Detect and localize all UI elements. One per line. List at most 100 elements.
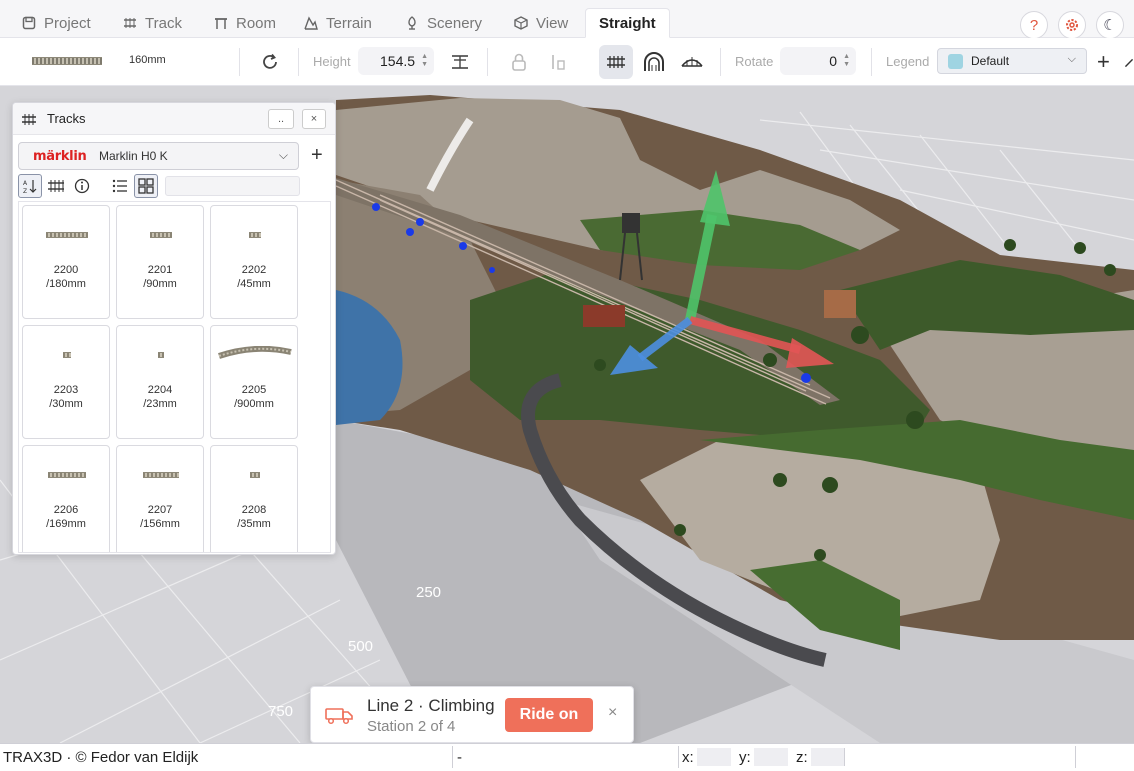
legend-select[interactable]: Default ⌵ <box>937 48 1087 74</box>
tunnel-icon <box>644 52 664 71</box>
spinner-arrows-icon[interactable]: ▲ ▼ <box>843 53 850 69</box>
tab-straight[interactable]: Straight <box>585 8 670 38</box>
pylon-button[interactable] <box>443 45 477 79</box>
legend-value: Default <box>971 54 1010 68</box>
ride-title: Line 2 · Climbing <box>367 696 495 715</box>
coord-z: z: <box>796 746 1076 768</box>
track-piece-icon <box>143 472 179 478</box>
settings-button[interactable] <box>1058 11 1086 39</box>
panel-title: Tracks <box>47 111 86 126</box>
grid-icon <box>138 178 154 194</box>
tree-icon <box>408 16 416 30</box>
track-tile[interactable]: 2208 /35mm <box>210 445 298 552</box>
legend-label: Legend <box>886 54 930 69</box>
tab-label: Project <box>44 14 91 32</box>
track-tile[interactable]: 2207 /156mm <box>116 445 204 552</box>
tab-room[interactable]: Room <box>202 8 288 38</box>
bridge-button[interactable] <box>675 45 709 79</box>
cube-icon <box>514 16 528 30</box>
tab-scenery[interactable]: Scenery <box>393 8 494 38</box>
track-piece-icon <box>48 472 86 478</box>
rotate-label: Rotate <box>735 54 774 69</box>
edit-button[interactable] <box>1124 56 1134 70</box>
credit-text: TRAX3D · © Fedor van Eldijk <box>3 746 453 768</box>
bridge-icon <box>681 57 703 67</box>
track-preview <box>32 57 102 65</box>
track-piece-icon <box>150 232 172 238</box>
track-tile[interactable]: 2203 /30mm <box>22 325 110 439</box>
info-button[interactable] <box>70 174 94 198</box>
spinner-arrows-icon[interactable]: ▲ ▼ <box>421 53 428 69</box>
moon-icon: ☾ <box>1103 17 1117 34</box>
save-icon <box>22 16 36 30</box>
tab-label: Straight <box>599 14 656 32</box>
tab-terrain[interactable]: Terrain <box>292 8 384 38</box>
coord-z-label: z: <box>796 748 808 766</box>
panel-more-button[interactable]: .. <box>268 109 294 129</box>
track-tile[interactable]: 2206 /169mm <box>22 445 110 552</box>
track-mode-button[interactable] <box>599 45 633 79</box>
track-code: 2208 <box>241 504 267 516</box>
track-search-input[interactable] <box>165 176 300 196</box>
panel-header[interactable]: Tracks .. × <box>13 103 335 135</box>
add-brand-button[interactable]: + <box>311 144 323 167</box>
tab-view[interactable]: View <box>502 8 580 38</box>
track-length: /90mm <box>143 278 177 290</box>
grid-label: 750 <box>268 703 294 720</box>
tab-project[interactable]: Project <box>10 8 103 38</box>
track-tile[interactable]: 2204 /23mm <box>116 325 204 439</box>
plus-icon: + <box>1097 49 1110 74</box>
grid-view-button[interactable] <box>134 174 158 198</box>
track-code: 2204 <box>147 384 173 396</box>
sort-az-icon: AZ <box>23 180 37 194</box>
lock-button[interactable] <box>502 45 536 79</box>
brand-value: Marklin H0 K <box>99 149 168 163</box>
track-piece-icon <box>249 232 261 238</box>
sort-button[interactable]: AZ <box>18 174 42 198</box>
track-piece-icon <box>63 352 71 358</box>
panel-close-button[interactable]: × <box>302 109 326 129</box>
height-value: 154.5 <box>380 53 416 69</box>
track-icon <box>607 56 625 68</box>
list-view-button[interactable] <box>108 174 132 198</box>
track-tile[interactable]: 2201 /90mm <box>116 205 204 319</box>
height-align-button[interactable] <box>541 45 575 79</box>
filter-tracks-button[interactable] <box>44 174 68 198</box>
add-button[interactable]: + <box>1097 49 1110 75</box>
track-code: 2206 <box>53 504 79 516</box>
ride-on-button[interactable]: Ride on <box>505 698 593 732</box>
track-tile[interactable]: 2200 /180mm <box>22 205 110 319</box>
track-icon <box>22 113 36 125</box>
grid-label: 250 <box>416 584 442 601</box>
train-icon <box>325 708 353 725</box>
coord-y-label: y: <box>739 748 751 766</box>
coord-z-value <box>810 748 845 766</box>
chevron-down-icon: ⌵ <box>278 148 288 162</box>
track-icon <box>124 18 136 28</box>
track-piece-icon <box>250 472 260 478</box>
track-tile[interactable]: 2202 /45mm <box>210 205 298 319</box>
ride-subtitle: Station 2 of 4 <box>367 718 456 735</box>
height-input[interactable]: 154.5 ▲ ▼ <box>358 47 434 75</box>
tab-label: Room <box>236 14 277 32</box>
info-icon <box>74 178 90 194</box>
rotate-input[interactable]: 0 ▲ ▼ <box>780 47 856 75</box>
theme-toggle-button[interactable]: ☾ <box>1096 11 1124 39</box>
coord-x: x: <box>682 746 731 768</box>
brand-select[interactable]: märklin Marklin H0 K ⌵ <box>18 142 299 170</box>
tunnel-button[interactable] <box>637 45 671 79</box>
track-length: /30mm <box>49 398 83 410</box>
mountain-icon <box>304 16 318 30</box>
track-piece-icon <box>46 232 88 238</box>
tracks-panel: Tracks .. × märklin Marklin H0 K ⌵ + AZ … <box>12 102 336 555</box>
track-length: /35mm <box>237 518 271 530</box>
track-tile[interactable]: 2205 /900mm <box>210 325 298 439</box>
main-tab-bar: Project Track Room Terrain Scenery View … <box>0 0 1134 39</box>
refresh-icon <box>263 53 277 69</box>
ride-close-button[interactable]: × <box>608 704 617 722</box>
tab-track[interactable]: Track <box>111 8 194 38</box>
track-toolbar: 160mm Height 154.5 ▲ ▼ Rotate 0 ▲ ▼ Legend… <box>0 38 1134 86</box>
reset-button[interactable] <box>253 45 287 79</box>
help-button[interactable]: ? <box>1020 11 1048 39</box>
track-length: /180mm <box>46 278 86 290</box>
